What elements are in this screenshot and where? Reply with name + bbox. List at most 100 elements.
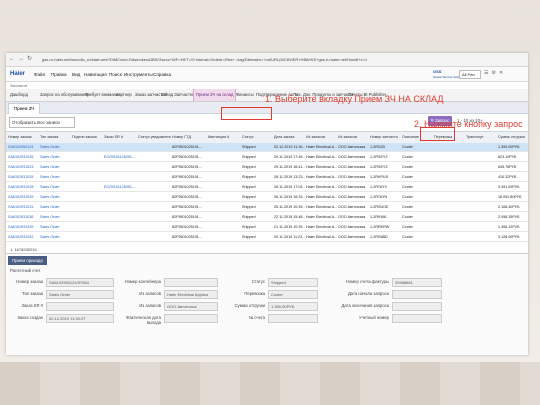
table-cell: Haier Electrical A... — [306, 185, 337, 189]
column-header[interactable]: Из запасов — [338, 132, 369, 143]
field-value[interactable]: ООО Автопоиск — [164, 302, 218, 311]
column-header[interactable]: Дата заказа — [274, 132, 305, 143]
forward-icon[interactable]: → — [18, 56, 24, 62]
tab-7[interactable]: Финансы — [234, 89, 256, 101]
field-label: Номер заказа — [16, 279, 43, 284]
table-cell[interactable]: Sales Order — [40, 143, 71, 151]
table-cell[interactable]: Sales Order — [40, 183, 71, 191]
toolbar-icons[interactable]: ☰⚙✕ — [484, 70, 506, 76]
tab-parts-receipt[interactable]: Прием ЗЧ — [8, 103, 41, 114]
table-cell[interactable]: SA6102931025 — [8, 173, 39, 181]
table-cell[interactable]: Sales Order — [40, 193, 71, 201]
table-cell: 2.098.35РУБ — [498, 215, 520, 219]
column-header[interactable]: Подтип заказа — [72, 132, 103, 143]
url-field[interactable]: gss-ru.haier.net/monolio_ru/start.web?Di… — [42, 56, 402, 63]
field-value[interactable]: Haier Electrical Applica — [164, 290, 218, 299]
tab-3[interactable]: партнер — [114, 89, 134, 101]
column-header[interactable]: Статус — [242, 132, 273, 143]
field-value[interactable] — [46, 302, 114, 311]
table-row[interactable]: SA6102931025 Sales Order 82F9501025191... S… — [6, 173, 528, 182]
table-cell: 29.11.2019 16:41... — [274, 165, 305, 169]
field-label: Перевозка — [244, 291, 265, 296]
field-value[interactable] — [392, 302, 442, 311]
field-value[interactable]: 20988861 — [392, 278, 442, 287]
menu-tools[interactable]: Инструменты — [124, 72, 153, 77]
table-cell: Cooler — [402, 195, 413, 199]
table-cell[interactable]: Sales Order — [40, 223, 71, 231]
table-cell: ООО Автопоиск — [338, 225, 366, 229]
table-row[interactable]: SA6102931042 Sales Order 82F9501025191... S… — [6, 233, 528, 242]
field-value[interactable]: Sales Order — [46, 290, 114, 299]
table-cell[interactable]: SA6102931031 — [8, 203, 39, 211]
column-header[interactable]: Статус уведомления — [138, 132, 171, 143]
field-value[interactable] — [392, 290, 442, 299]
table-cell: 1-2RKWA — [370, 215, 387, 219]
table-cell: Shipped — [242, 235, 256, 239]
column-header[interactable]: Сумма отгрузки — [498, 132, 527, 143]
table-cell[interactable]: Sales Order — [40, 213, 71, 221]
field-value[interactable]: Shipped — [268, 278, 318, 287]
tab-5[interactable]: Склад Запчастей — [159, 89, 197, 101]
table-cell: ООО Автопоиск — [338, 175, 366, 179]
table-cell: Cooler — [402, 175, 413, 179]
table-cell[interactable]: Sales Order — [40, 233, 71, 241]
column-header[interactable]: Из запасов — [306, 132, 337, 143]
menu-navigation[interactable]: Навигация — [84, 72, 107, 77]
table-row[interactable]: SA6102931031 Sales Order 82F9501025191... S… — [6, 203, 528, 212]
menu-help[interactable]: Справка — [153, 72, 171, 77]
menu-edit[interactable]: Правка — [51, 72, 67, 77]
table-cell[interactable]: Sales Order — [40, 173, 71, 181]
table-cell: 1-2RSEYZ — [370, 155, 388, 159]
tab-0[interactable]: Дашборд — [8, 89, 30, 101]
back-icon[interactable]: ← — [9, 56, 15, 62]
table-cell[interactable]: SA6102931039 — [8, 223, 39, 231]
table-row[interactable]: SA6102931023 Sales Order 82F9501025191... S… — [6, 163, 528, 172]
column-header[interactable]: Транспорт — [466, 132, 497, 143]
column-header[interactable]: Номер запчасти — [370, 132, 401, 143]
menu-file[interactable]: Файл — [34, 72, 45, 77]
table-row[interactable]: SA6102931036 Sales Order 82F9501025191... S… — [6, 213, 528, 222]
field-value[interactable]: Cooler — [268, 290, 318, 299]
filter-select[interactable]: Отобразить Все записи — [9, 117, 75, 128]
column-header[interactable]: Номер ГТД — [172, 132, 207, 143]
field-value[interactable] — [392, 314, 442, 323]
column-header[interactable]: Тип заказа — [40, 132, 71, 143]
field-label: Статус — [251, 279, 265, 284]
table-cell: 1.390.00РУБ — [498, 145, 520, 149]
field-value[interactable]: SA6102950124/97984 — [46, 278, 114, 287]
table-cell[interactable]: ЕОЛ0161128391... — [104, 153, 137, 161]
table-cell[interactable]: Sales Order — [40, 153, 71, 161]
language-select[interactable]: All Pan — [459, 70, 481, 79]
column-header[interactable]: Номер заказа — [8, 132, 39, 143]
table-cell[interactable]: SA6102931029 — [8, 193, 39, 201]
table-cell[interactable]: Sales Order — [40, 163, 71, 171]
table-cell: 82F9501025191... — [172, 215, 202, 219]
menu-view[interactable]: Вид — [72, 72, 80, 77]
table-cell: 82F9501025191... — [172, 155, 202, 159]
field-value[interactable] — [164, 314, 218, 323]
table-cell: ООО Автопоиск — [338, 165, 366, 169]
table-cell[interactable]: SA6102931026 — [8, 153, 39, 161]
field-value[interactable] — [164, 278, 218, 287]
field-value[interactable] — [268, 314, 318, 323]
table-row[interactable]: SA6102931028 Sales Order ЕОЛ0161128391... 8… — [6, 183, 528, 192]
menu-search[interactable]: Поиск — [109, 72, 122, 77]
table-row[interactable]: SA6102931039 Sales Order 82F9501025191... S… — [6, 223, 528, 232]
table-row[interactable]: SA6102931026 Sales Order ЕОЛ0161128391... 8… — [6, 153, 528, 162]
table-cell[interactable]: Sales Order — [40, 203, 71, 211]
table-row[interactable]: SA6102931029 Sales Order 82F9501025191... S… — [6, 193, 528, 202]
table-row[interactable]: SA6102950124 Sales Order 82F9501025191... S… — [6, 143, 528, 152]
field-value[interactable]: 1.390.00РУБ — [268, 302, 318, 311]
table-cell[interactable]: SA6102931023 — [8, 163, 39, 171]
table-cell[interactable]: SA6102931042 — [8, 233, 39, 241]
field-value[interactable]: 02.12.2019 11:30:27 — [46, 314, 114, 323]
column-header[interactable]: Квитанция # — [208, 132, 241, 143]
table-cell[interactable]: SA6102950124 — [8, 143, 39, 151]
table-cell[interactable]: SA6102931028 — [8, 183, 39, 191]
tab-6[interactable]: Прием ЗЧ на склад — [193, 89, 237, 101]
table-cell[interactable]: SA6102931036 — [8, 213, 39, 221]
column-header[interactable]: Заказ SR # — [104, 132, 137, 143]
detail-tab[interactable]: Прием прихода — [8, 256, 47, 265]
table-cell[interactable]: ЕОЛ0161128391... — [104, 183, 137, 191]
refresh-icon[interactable]: ↻ — [27, 56, 33, 62]
